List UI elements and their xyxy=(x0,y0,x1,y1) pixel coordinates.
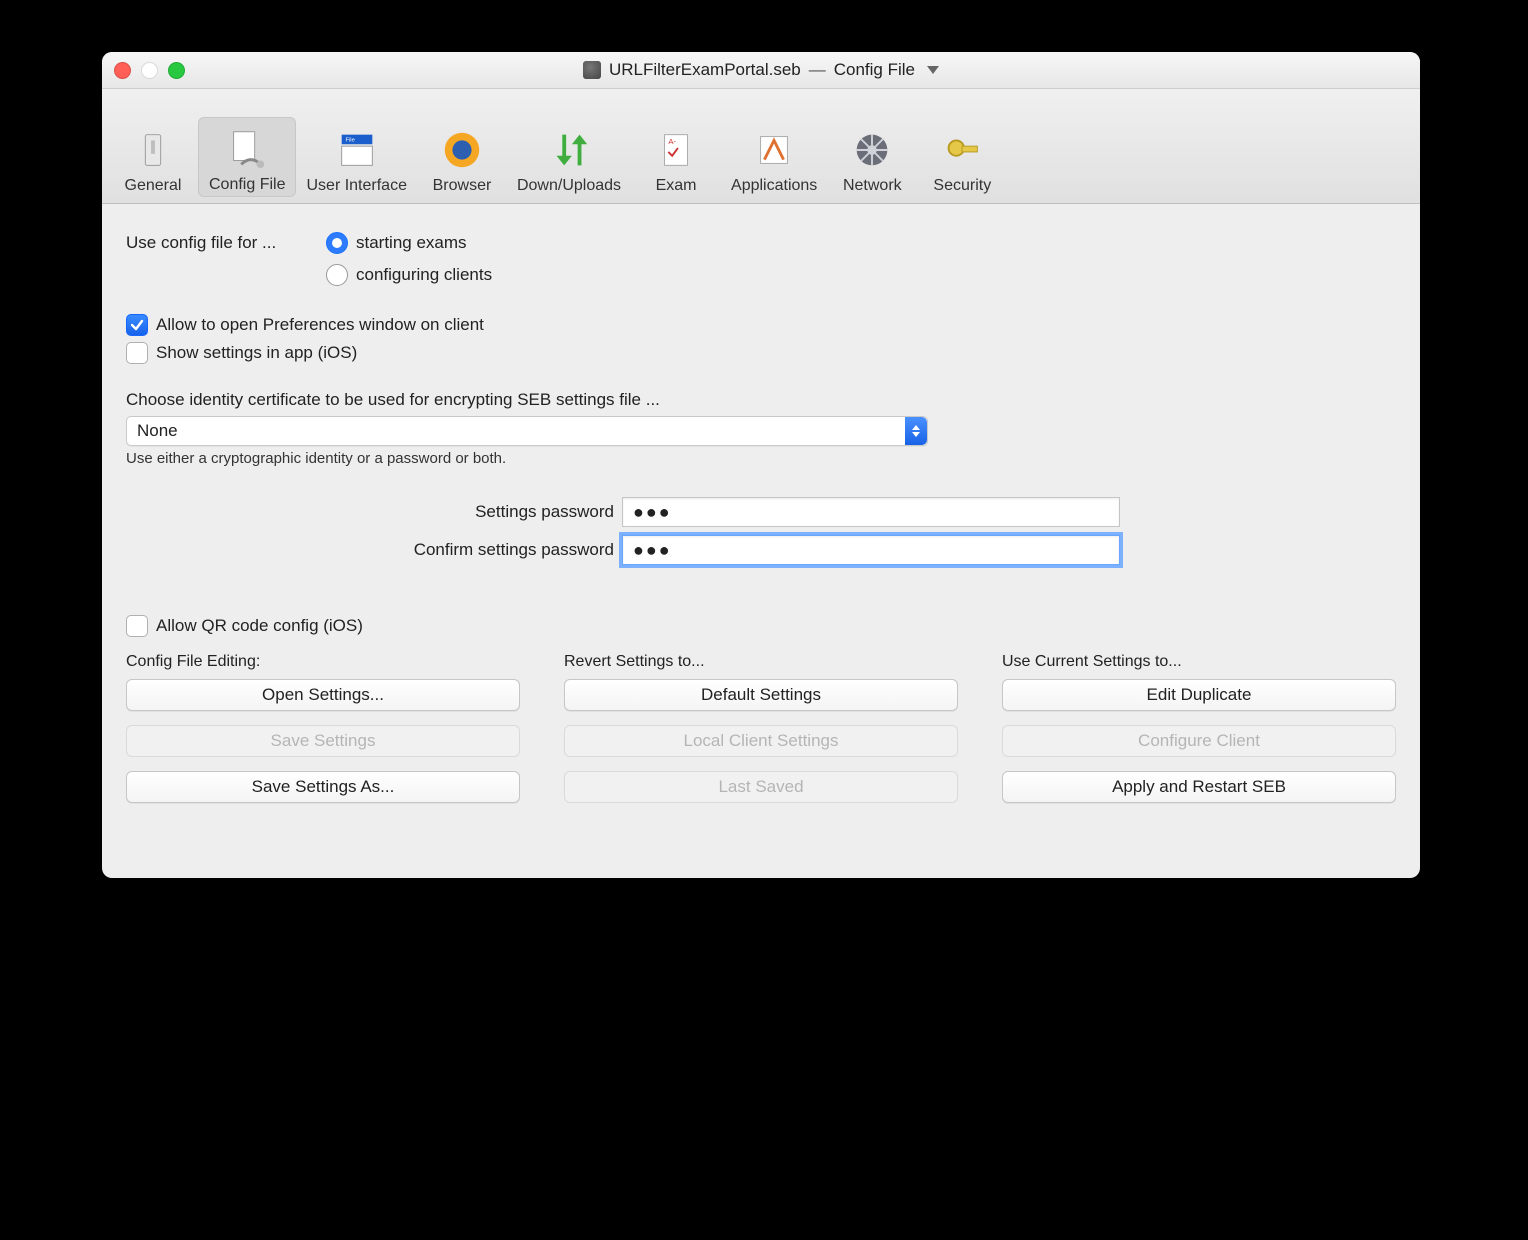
confirm-password-label: Confirm settings password xyxy=(126,540,622,560)
title-section: Config File xyxy=(834,60,915,80)
confirm-password-value: ●●● xyxy=(633,540,672,561)
confirm-password-row: Confirm settings password ●●● xyxy=(126,535,1396,565)
titlebar: URLFilterExamPortal.seb — Config File xyxy=(102,52,1420,89)
svg-text:File: File xyxy=(345,137,354,143)
allow-qr-label[interactable]: Allow QR code config (iOS) xyxy=(156,616,363,636)
show-ios-checkbox[interactable] xyxy=(126,342,148,364)
tab-config-file[interactable]: Config File xyxy=(198,117,296,197)
radio-starting-exams[interactable] xyxy=(326,232,348,254)
settings-password-label: Settings password xyxy=(126,502,622,522)
document-icon xyxy=(583,61,601,79)
applications-icon xyxy=(749,125,799,175)
traffic-lights xyxy=(114,62,185,79)
allow-qr-checkbox[interactable] xyxy=(126,615,148,637)
col-editing-header: Config File Editing: xyxy=(126,653,520,671)
settings-password-input[interactable]: ●●● xyxy=(622,497,1120,527)
down-uploads-icon xyxy=(544,125,594,175)
svg-text:A-: A- xyxy=(668,137,676,146)
tab-general[interactable]: General xyxy=(108,119,198,197)
edit-duplicate-button[interactable]: Edit Duplicate xyxy=(1002,679,1396,711)
col-editing: Config File Editing: Open Settings... Sa… xyxy=(126,653,520,817)
local-client-settings-button: Local Client Settings xyxy=(564,725,958,757)
allow-preferences-option: Allow to open Preferences window on clie… xyxy=(126,314,1396,336)
tab-security[interactable]: Security xyxy=(917,119,1007,197)
use-config-row-2: configuring clients xyxy=(126,264,1396,286)
tab-down-uploads[interactable]: Down/Uploads xyxy=(507,119,631,197)
col-use-header: Use Current Settings to... xyxy=(1002,653,1396,671)
tab-exam[interactable]: A- Exam xyxy=(631,119,721,197)
window-title[interactable]: URLFilterExamPortal.seb — Config File xyxy=(583,60,939,80)
certificate-label: Choose identity certificate to be used f… xyxy=(126,390,1396,410)
tab-applications[interactable]: Applications xyxy=(721,119,827,197)
browser-icon xyxy=(437,125,487,175)
config-file-pane: Use config file for ... starting exams c… xyxy=(102,204,1420,835)
preferences-window: URLFilterExamPortal.seb — Config File Ge… xyxy=(102,52,1420,878)
configure-client-button: Configure Client xyxy=(1002,725,1396,757)
tab-browser[interactable]: Browser xyxy=(417,119,507,197)
radio-configuring-clients-label[interactable]: configuring clients xyxy=(356,265,492,285)
user-interface-icon: File xyxy=(332,125,382,175)
select-arrows-icon xyxy=(905,417,927,445)
title-dropdown-icon xyxy=(927,66,939,74)
toolbar: General Config File File User Interface … xyxy=(102,89,1420,204)
col-revert: Revert Settings to... Default Settings L… xyxy=(564,653,958,817)
allow-preferences-label[interactable]: Allow to open Preferences window on clie… xyxy=(156,315,484,335)
col-use: Use Current Settings to... Edit Duplicat… xyxy=(1002,653,1396,817)
certificate-select[interactable]: None xyxy=(126,416,928,446)
certificate-value: None xyxy=(137,421,178,441)
title-separator: — xyxy=(809,60,826,80)
allow-preferences-checkbox[interactable] xyxy=(126,314,148,336)
show-ios-option: Show settings in app (iOS) xyxy=(126,342,1396,364)
open-settings-button[interactable]: Open Settings... xyxy=(126,679,520,711)
save-settings-as-button[interactable]: Save Settings As... xyxy=(126,771,520,803)
use-config-label: Use config file for ... xyxy=(126,233,326,253)
save-settings-button: Save Settings xyxy=(126,725,520,757)
minimize-window-button[interactable] xyxy=(141,62,158,79)
show-ios-label[interactable]: Show settings in app (iOS) xyxy=(156,343,357,363)
confirm-password-input[interactable]: ●●● xyxy=(622,535,1120,565)
allow-qr-option: Allow QR code config (iOS) xyxy=(126,615,1396,637)
zoom-window-button[interactable] xyxy=(168,62,185,79)
radio-starting-exams-label[interactable]: starting exams xyxy=(356,233,467,253)
settings-password-value: ●●● xyxy=(633,502,672,523)
certificate-hint: Use either a cryptographic identity or a… xyxy=(126,450,1396,467)
general-icon xyxy=(128,125,178,175)
exam-icon: A- xyxy=(651,125,701,175)
radio-configuring-clients[interactable] xyxy=(326,264,348,286)
last-saved-button: Last Saved xyxy=(564,771,958,803)
title-filename: URLFilterExamPortal.seb xyxy=(609,60,801,80)
action-columns: Config File Editing: Open Settings... Sa… xyxy=(126,653,1396,817)
close-window-button[interactable] xyxy=(114,62,131,79)
tab-network[interactable]: Network xyxy=(827,119,917,197)
apply-restart-seb-button[interactable]: Apply and Restart SEB xyxy=(1002,771,1396,803)
default-settings-button[interactable]: Default Settings xyxy=(564,679,958,711)
use-config-row: Use config file for ... starting exams xyxy=(126,232,1396,254)
settings-password-row: Settings password ●●● xyxy=(126,497,1396,527)
security-icon xyxy=(937,125,987,175)
col-revert-header: Revert Settings to... xyxy=(564,653,958,671)
tab-user-interface[interactable]: File User Interface xyxy=(296,119,416,197)
network-icon xyxy=(847,125,897,175)
config-file-icon xyxy=(222,124,272,174)
